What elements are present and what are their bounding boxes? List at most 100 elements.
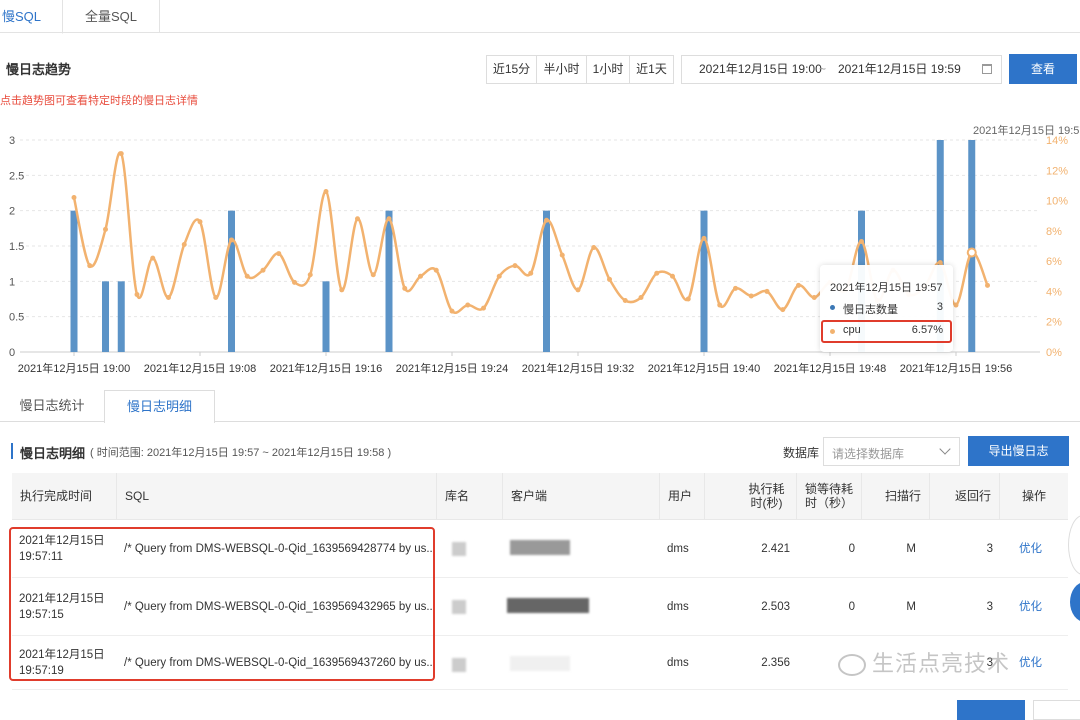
y-right-tick-label: 12% bbox=[1046, 165, 1068, 177]
cell-scan-rows: M bbox=[906, 600, 916, 613]
cpu-point bbox=[811, 294, 817, 300]
optimize-link[interactable]: 优化 bbox=[1012, 578, 1068, 635]
cpu-point bbox=[670, 273, 675, 279]
tooltip-count-value: 3 bbox=[936, 301, 943, 313]
x-tick-label: 2021年12月15日 19:16 bbox=[270, 361, 383, 375]
cpu-point bbox=[591, 245, 597, 251]
hover-time-label: 2021年12月15日 19:57 bbox=[973, 123, 1080, 137]
tab-slow-log-stats[interactable]: 慢日志统计 bbox=[0, 390, 104, 422]
y-right-tick-label: 6% bbox=[1046, 256, 1062, 268]
bar-slow-log-count bbox=[102, 281, 109, 352]
cpu-point bbox=[465, 302, 471, 308]
redacted-client bbox=[507, 598, 589, 613]
bar-slow-log-count bbox=[70, 210, 78, 352]
cpu-point bbox=[748, 293, 754, 299]
table-header: 执行完成时间 SQL 库名 客户端 用户 执行耗时(秒) 锁等待耗时（秒） 扫描… bbox=[12, 473, 1068, 520]
col-return-rows: 返回行 bbox=[930, 473, 1000, 519]
cpu-point bbox=[118, 151, 124, 157]
tab-slow-sql[interactable]: 慢SQL bbox=[0, 0, 63, 34]
sub-tabs: 慢日志统计 慢日志明细 bbox=[0, 390, 1080, 423]
cpu-point bbox=[953, 302, 959, 308]
cpu-point bbox=[622, 298, 628, 304]
chart-tooltip: 2021年12月15日 19:57 慢日志数量 3 cpu 6.57% bbox=[820, 265, 953, 352]
cell-lock-wait: 0 bbox=[848, 600, 855, 613]
cpu-point bbox=[386, 216, 392, 222]
col-action: 操作 bbox=[1021, 489, 1046, 503]
col-db-name: 库名 bbox=[437, 473, 503, 519]
bar-slow-log-count bbox=[117, 281, 125, 352]
cpu-point bbox=[71, 195, 77, 201]
y-right-tick-label: 0% bbox=[1046, 347, 1062, 359]
col-lock-wait: 锁等待耗时（秒） bbox=[797, 473, 862, 519]
range-1hour-button[interactable]: 1小时 bbox=[586, 55, 630, 84]
bottom-primary-button[interactable] bbox=[957, 700, 1025, 720]
cpu-point bbox=[764, 288, 770, 294]
y-left-tick-label: 2.5 bbox=[9, 170, 24, 182]
x-tick-label: 2021年12月15日 19:08 bbox=[144, 361, 257, 375]
date-range-picker[interactable]: 2021年12月15日 19:00 ~ 2021年12月15日 19:59 bbox=[681, 55, 1002, 84]
tooltip-count-label: 慢日志数量 bbox=[843, 304, 898, 316]
y-left-tick-label: 1 bbox=[9, 276, 15, 288]
y-right-tick-label: 8% bbox=[1046, 226, 1062, 238]
cell-exec-time: 2.421 bbox=[761, 542, 790, 555]
cell-lock-wait: 0 bbox=[848, 542, 855, 555]
db-select[interactable]: 请选择数据库 bbox=[823, 437, 960, 466]
bottom-secondary-button[interactable] bbox=[1033, 700, 1080, 720]
cpu-point bbox=[276, 251, 282, 257]
chevron-down-icon bbox=[939, 443, 951, 455]
cpu-point bbox=[575, 287, 581, 293]
optimize-link[interactable]: 优化 bbox=[1012, 636, 1068, 689]
cpu-point bbox=[496, 273, 502, 279]
col-finish-time: 执行完成时间 bbox=[12, 473, 117, 519]
cpu-point bbox=[166, 294, 171, 300]
redacted-db-name bbox=[452, 658, 466, 672]
cpu-point bbox=[544, 217, 549, 223]
cell-exec-time: 2.503 bbox=[761, 600, 790, 613]
float-button-1[interactable] bbox=[1068, 515, 1080, 575]
calendar-icon bbox=[982, 64, 992, 74]
chart-hint: 点击趋势图可查看特定时段的慢日志详情 bbox=[0, 95, 198, 107]
cpu-point bbox=[229, 237, 234, 243]
col-client: 客户端 bbox=[503, 473, 660, 519]
x-tick-label: 2021年12月15日 19:00 bbox=[18, 361, 131, 375]
range-1day-button[interactable]: 近1天 bbox=[629, 55, 674, 84]
cpu-point bbox=[402, 285, 408, 291]
cpu-point bbox=[213, 294, 219, 300]
redacted-db-name bbox=[452, 600, 466, 614]
view-button[interactable]: 查看 bbox=[1009, 54, 1077, 84]
date-separator: ~ bbox=[819, 62, 827, 76]
bar-slow-log-count bbox=[385, 210, 393, 352]
cpu-point bbox=[717, 302, 723, 308]
tooltip-cpu-label: cpu bbox=[843, 324, 861, 336]
tooltip-dot-count bbox=[830, 305, 835, 310]
optimize-link[interactable]: 优化 bbox=[1012, 520, 1068, 577]
section-title: 慢日志趋势 bbox=[6, 62, 72, 77]
float-button-2[interactable] bbox=[1070, 582, 1080, 622]
cpu-point bbox=[685, 296, 691, 302]
y-left-tick-label: 1.5 bbox=[9, 241, 24, 253]
tooltip-cpu-value: 6.57% bbox=[911, 324, 943, 336]
cpu-point bbox=[103, 226, 108, 232]
cpu-point bbox=[181, 241, 187, 247]
cell-return-rows: 3 bbox=[986, 600, 993, 613]
cpu-point bbox=[87, 263, 93, 269]
cpu-point bbox=[370, 272, 376, 278]
tab-full-sql[interactable]: 全量SQL bbox=[63, 0, 160, 33]
cpu-point bbox=[355, 216, 360, 222]
x-tick-label: 2021年12月15日 19:24 bbox=[396, 361, 509, 375]
export-slow-log-button[interactable]: 导出慢日志 bbox=[968, 436, 1069, 466]
cpu-point bbox=[134, 291, 140, 297]
watermark-text: 生活点亮技术 bbox=[872, 651, 1011, 676]
cpu-point bbox=[307, 272, 313, 278]
y-left-tick-label: 0 bbox=[9, 347, 15, 359]
range-15min-button[interactable]: 近15分 bbox=[486, 55, 537, 84]
cpu-point bbox=[528, 270, 534, 276]
bar-slow-log-count bbox=[228, 210, 235, 352]
cpu-point bbox=[481, 305, 486, 311]
tab-slow-log-detail[interactable]: 慢日志明细 bbox=[104, 390, 215, 423]
tooltip-dot-cpu bbox=[830, 329, 835, 334]
cpu-point bbox=[985, 282, 990, 288]
cell-user: dms bbox=[667, 656, 689, 669]
range-half-hour-button[interactable]: 半小时 bbox=[536, 55, 587, 84]
cpu-point bbox=[796, 282, 801, 288]
